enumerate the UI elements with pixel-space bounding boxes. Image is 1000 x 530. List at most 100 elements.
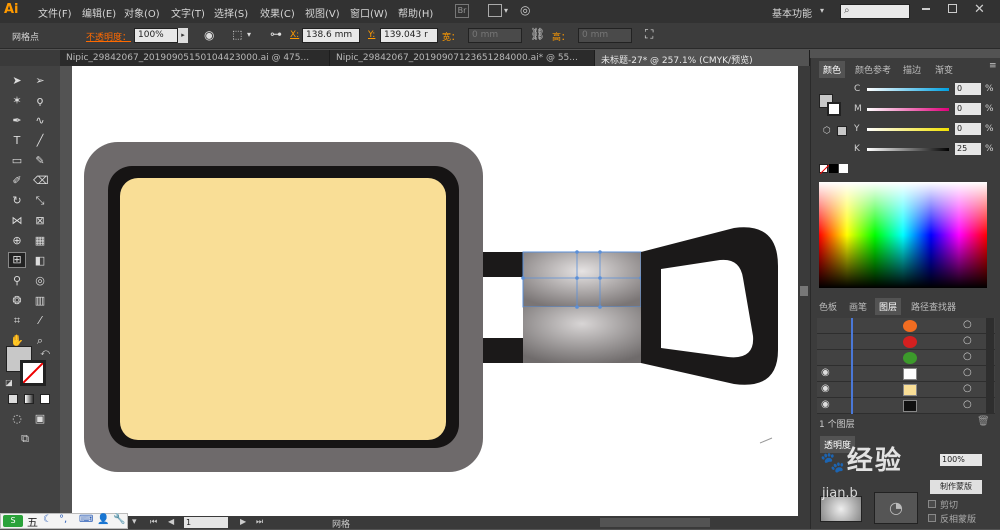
menu-help[interactable]: 帮助(H)	[398, 5, 433, 20]
layer-row[interactable]: ◉ ○	[817, 382, 995, 398]
last-page-icon[interactable]: ⏭	[256, 517, 263, 527]
color-stroke-swatch[interactable]	[827, 102, 841, 116]
frying-pan-body[interactable]	[84, 142, 483, 472]
tab-document-2[interactable]: Nipic_29842067_20190907123651284000.ai* …	[330, 50, 595, 66]
curvature-tool-icon[interactable]: ∿	[33, 114, 47, 128]
width-tool-icon[interactable]: ⋈	[10, 214, 24, 228]
lasso-tool-icon[interactable]: ϙ	[33, 94, 47, 108]
target-icon[interactable]: ○	[963, 319, 972, 330]
tab-document-active[interactable]: 未标题-27* @ 257.1% (CMYK/预览)	[595, 50, 810, 66]
first-page-icon[interactable]: ⏮	[150, 517, 157, 527]
eye-icon[interactable]: ◉	[821, 383, 830, 394]
height-label[interactable]: 高：	[552, 30, 570, 43]
pan-handle-loop[interactable]	[641, 227, 778, 385]
eye-icon[interactable]: ◉	[821, 399, 830, 410]
black-color-swatch[interactable]	[829, 164, 838, 173]
magic-wand-tool-icon[interactable]: ✶	[10, 94, 24, 108]
eye-icon[interactable]: ◉	[821, 367, 830, 378]
layer-row[interactable]: ○	[817, 318, 995, 334]
bridge-button[interactable]: Br	[455, 4, 469, 18]
symbol-sprayer-tool-icon[interactable]: ❂	[10, 294, 24, 308]
stroke-swatch[interactable]	[20, 360, 46, 386]
artboard-tool-icon[interactable]: ⌗	[10, 314, 24, 328]
mask-thumbnail[interactable]: ◔	[874, 492, 918, 524]
artboard[interactable]	[72, 66, 798, 516]
previous-page-icon[interactable]: ◀	[168, 517, 174, 526]
layer-row[interactable]: ○	[817, 350, 995, 366]
target-icon[interactable]: ○	[963, 383, 972, 394]
swap-fill-stroke-icon[interactable]: ⤺	[38, 346, 52, 360]
target-icon[interactable]: ○	[963, 351, 972, 362]
shape-builder-tool-icon[interactable]: ⊕	[10, 234, 24, 248]
wrench-icon[interactable]: 🔧	[113, 514, 125, 525]
make-mask-button[interactable]: 制作蒙版	[930, 480, 982, 494]
menu-file[interactable]: 文件(F)	[38, 5, 72, 20]
menu-select[interactable]: 选择(S)	[214, 5, 248, 20]
free-transform-tool-icon[interactable]: ⊠	[33, 214, 47, 228]
scrollbar-thumb[interactable]	[800, 286, 808, 296]
recolor-icon[interactable]: ◉	[204, 28, 214, 42]
panel-menu-icon[interactable]: ≡	[989, 61, 997, 71]
scale-tool-icon[interactable]: ⤡	[33, 194, 47, 208]
layer-row[interactable]: ◉ ○	[817, 366, 995, 382]
ime-logo-icon[interactable]: S	[3, 515, 23, 527]
y-label[interactable]: Y:	[368, 30, 375, 40]
target-icon[interactable]: ○	[963, 367, 972, 378]
keyboard-icon[interactable]: ⌨	[79, 514, 93, 525]
magenta-input[interactable]: 0	[955, 103, 981, 115]
blend-tool-icon[interactable]: ◎	[33, 274, 47, 288]
mesh-tool-icon[interactable]: ⊞	[8, 252, 26, 268]
column-graph-tool-icon[interactable]: ▥	[33, 294, 47, 308]
yellow-input[interactable]: 0	[955, 123, 981, 135]
default-colors-icon[interactable]: ◪	[2, 376, 16, 390]
direct-selection-tool-icon[interactable]: ➢	[33, 74, 47, 88]
draw-mode-icon[interactable]: ◌	[10, 412, 24, 426]
tab-color-guide[interactable]: 颜色参考	[851, 61, 895, 78]
x-input[interactable]: 138.6 mm	[302, 28, 360, 43]
pencil-tool-icon[interactable]: ✐	[10, 174, 24, 188]
menu-type[interactable]: 文字(T)	[171, 5, 205, 20]
color-mode-button[interactable]	[8, 394, 18, 404]
selection-tool-icon[interactable]: ➤	[10, 74, 24, 88]
minimize-icon[interactable]	[922, 8, 930, 10]
none-color-swatch[interactable]	[819, 164, 829, 174]
help-search-input[interactable]: ⌕	[840, 4, 910, 19]
page-input[interactable]: 1	[184, 517, 228, 528]
type-tool-icon[interactable]: T	[10, 134, 24, 148]
zoom-dropdown-icon[interactable]: ▾	[132, 517, 137, 527]
opacity-dropdown-arrow[interactable]: ▸	[178, 28, 188, 43]
width-label[interactable]: 宽：	[442, 30, 460, 43]
slice-tool-icon[interactable]: ⁄	[33, 314, 47, 328]
menu-window[interactable]: 窗口(W)	[350, 5, 388, 20]
menu-edit[interactable]: 编辑(E)	[82, 5, 116, 20]
link-proportions-icon[interactable]: ⛓	[530, 27, 545, 41]
y-input[interactable]: 139.043 r	[380, 28, 438, 43]
menu-view[interactable]: 视图(V)	[305, 5, 340, 20]
perspective-grid-tool-icon[interactable]: ▦	[33, 234, 47, 248]
rotate-tool-icon[interactable]: ↻	[10, 194, 24, 208]
width-input[interactable]: 0 mm	[468, 28, 522, 43]
clip-checkbox[interactable]	[928, 500, 936, 508]
layer-row[interactable]: ◉ ○	[817, 398, 995, 414]
transform-icon[interactable]: ⛶	[645, 27, 653, 42]
handle-grip-mesh[interactable]	[522, 251, 642, 363]
target-icon[interactable]: ○	[963, 335, 972, 346]
tab-swatches[interactable]: 色板	[815, 298, 841, 315]
screen-mode-icon[interactable]: ▣	[33, 412, 47, 426]
cyan-slider[interactable]	[867, 88, 949, 91]
tab-gradient[interactable]: 渐变	[931, 61, 957, 78]
tab-stroke[interactable]: 描边	[899, 61, 925, 78]
pan-handle-connector[interactable]	[483, 252, 523, 363]
out-of-gamut-icon[interactable]: ⬡	[823, 126, 831, 136]
tab-pathfinder[interactable]: 路径查找器	[907, 298, 960, 315]
delete-layer-icon[interactable]: 🗑	[977, 416, 990, 427]
eyedropper-tool-icon[interactable]: ⚲	[10, 274, 24, 288]
x-label[interactable]: X:	[290, 30, 299, 40]
change-screen-mode-icon[interactable]: ⧉	[18, 432, 32, 446]
canvas-area[interactable]	[60, 66, 800, 516]
tab-color[interactable]: 颜色	[819, 61, 846, 78]
align-icon[interactable]: ⬚	[232, 28, 242, 41]
gamut-swatch[interactable]	[837, 126, 847, 136]
black-input[interactable]: 25	[955, 143, 981, 155]
gradient-tool-icon[interactable]: ◧	[33, 254, 47, 268]
